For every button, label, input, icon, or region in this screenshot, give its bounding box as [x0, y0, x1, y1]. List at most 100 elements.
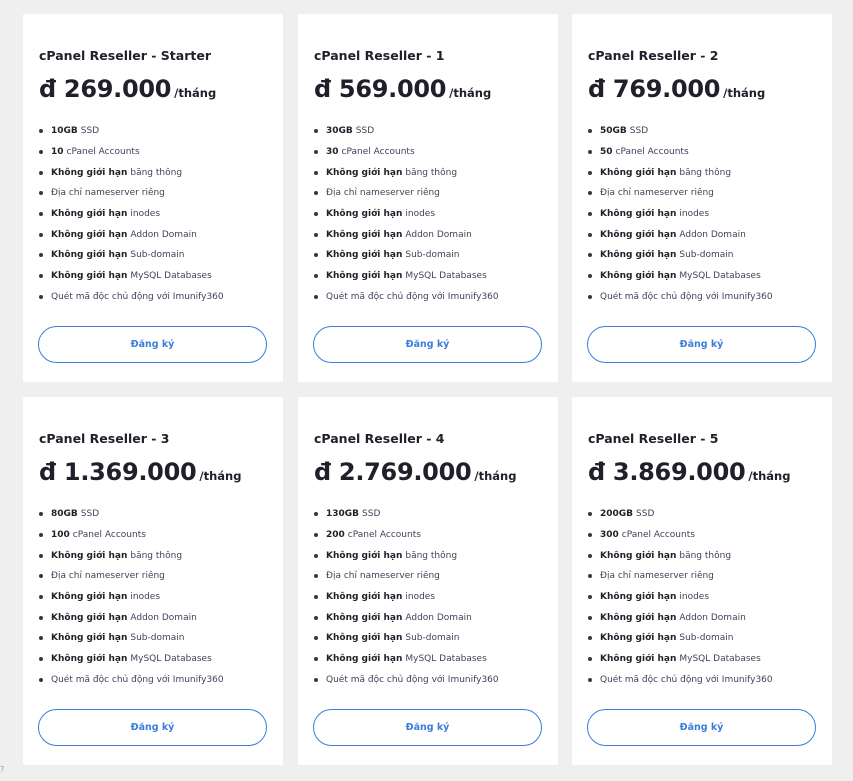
feature-item: Địa chỉ nameserver riêng [314, 566, 499, 587]
feature-text: Addon Domain [679, 229, 746, 240]
register-button[interactable]: Đăng ký [587, 326, 816, 363]
price-period: /tháng [723, 86, 766, 100]
feature-highlight: 50 [600, 147, 613, 158]
feature-text: Địa chỉ nameserver riêng [600, 571, 714, 582]
feature-text: cPanel Accounts [347, 530, 421, 541]
feature-text: Sub-domain [405, 250, 460, 261]
register-button[interactable]: Đăng ký [313, 709, 542, 746]
bullet-icon [314, 129, 318, 134]
feature-item: Không giới hạn inodes [314, 587, 499, 608]
feature-text: Quét mã độc chủ động với Imunify360 [326, 674, 499, 685]
feature-list: 30GB SSD 30 cPanel Accounts Không giới hạn bă… [314, 121, 499, 307]
bullet-icon [39, 677, 43, 682]
bullet-icon [314, 294, 318, 299]
bullet-icon [314, 150, 318, 155]
feature-highlight: 100 [51, 530, 70, 541]
feature-text: Addon Domain [130, 612, 197, 623]
feature-highlight: 130GB [326, 509, 360, 520]
feature-text: cPanel Accounts [66, 147, 140, 158]
feature-text: Địa chỉ nameserver riêng [326, 188, 440, 199]
bullet-icon [39, 553, 43, 558]
bullet-icon [588, 150, 592, 155]
feature-item: Không giới hạn băng thông [314, 162, 499, 183]
feature-highlight: Không giới hạn [600, 654, 677, 665]
feature-text: SSD [355, 126, 375, 137]
bullet-icon [314, 232, 318, 237]
plan-price: đ 3.869.000 [588, 458, 746, 486]
bullet-icon [39, 170, 43, 175]
feature-text: Sub-domain [679, 250, 734, 261]
feature-text: inodes [679, 592, 710, 603]
feature-text: Addon Domain [679, 612, 746, 623]
bullet-icon [588, 595, 592, 600]
register-button[interactable]: Đăng ký [38, 709, 267, 746]
bullet-icon [39, 636, 43, 641]
feature-text: Addon Domain [405, 612, 472, 623]
feature-highlight: 10GB [51, 126, 78, 137]
bullet-icon [39, 253, 43, 258]
register-button[interactable]: Đăng ký [38, 326, 267, 363]
price-row: đ 569.000/tháng [314, 75, 491, 103]
feature-item: Quét mã độc chủ động với Imunify360 [314, 670, 499, 691]
feature-item: Địa chỉ nameserver riêng [588, 566, 773, 587]
feature-text: Địa chỉ nameserver riêng [326, 571, 440, 582]
feature-item: 300 cPanel Accounts [588, 525, 773, 546]
feature-item: Không giới hạn băng thông [588, 162, 773, 183]
feature-text: inodes [130, 209, 161, 220]
feature-item: Không giới hạn MySQL Databases [314, 649, 499, 670]
feature-item: Quét mã độc chủ động với Imunify360 [39, 287, 224, 308]
feature-item: Không giới hạn băng thông [39, 162, 224, 183]
feature-item: Không giới hạn Sub-domain [39, 245, 224, 266]
feature-text: Addon Domain [130, 229, 197, 240]
feature-highlight: Không giới hạn [51, 229, 128, 240]
bullet-icon [39, 150, 43, 155]
feature-list: 80GB SSD 100 cPanel Accounts Không giới hạn b… [39, 504, 224, 690]
feature-item: Không giới hạn inodes [588, 587, 773, 608]
feature-text: Địa chỉ nameserver riêng [51, 571, 165, 582]
feature-item: Địa chỉ nameserver riêng [39, 183, 224, 204]
feature-item: Không giới hạn Sub-domain [314, 628, 499, 649]
feature-text: băng thông [679, 550, 732, 561]
feature-highlight: 200GB [600, 509, 634, 520]
bullet-icon [588, 615, 592, 620]
bullet-icon [588, 657, 592, 662]
bullet-icon [314, 677, 318, 682]
bullet-icon [314, 615, 318, 620]
feature-highlight: Không giới hạn [51, 250, 128, 261]
feature-text: MySQL Databases [405, 271, 487, 282]
feature-item: Địa chỉ nameserver riêng [314, 183, 499, 204]
feature-highlight: Không giới hạn [326, 633, 403, 644]
feature-text: Quét mã độc chủ động với Imunify360 [51, 291, 224, 302]
feature-item: Không giới hạn inodes [314, 204, 499, 225]
bullet-icon [588, 191, 592, 196]
feature-text: MySQL Databases [130, 654, 212, 665]
feature-item: Không giới hạn Addon Domain [39, 607, 224, 628]
price-row: đ 1.369.000/tháng [39, 458, 241, 486]
register-button[interactable]: Đăng ký [313, 326, 542, 363]
price-period: /tháng [474, 469, 517, 483]
bullet-icon [588, 170, 592, 175]
bullet-icon [314, 253, 318, 258]
feature-text: Sub-domain [130, 250, 185, 261]
feature-item: Không giới hạn Sub-domain [314, 245, 499, 266]
feature-highlight: 30GB [326, 126, 353, 137]
bullet-icon [39, 129, 43, 134]
plan-name: cPanel Reseller - Starter [39, 48, 212, 63]
feature-item: 130GB SSD [314, 504, 499, 525]
feature-text: Quét mã độc chủ động với Imunify360 [600, 291, 773, 302]
feature-text: cPanel Accounts [341, 147, 415, 158]
feature-text: Sub-domain [405, 633, 460, 644]
feature-highlight: Không giới hạn [326, 209, 403, 220]
feature-item: 10GB SSD [39, 121, 224, 142]
feature-highlight: Không giới hạn [600, 209, 677, 220]
register-button[interactable]: Đăng ký [587, 709, 816, 746]
bullet-icon [39, 574, 43, 579]
feature-highlight: 30 [326, 147, 339, 158]
feature-highlight: Không giới hạn [51, 209, 128, 220]
feature-text: SSD [80, 126, 100, 137]
feature-text: Địa chỉ nameserver riêng [600, 188, 714, 199]
feature-item: Không giới hạn inodes [39, 587, 224, 608]
feature-highlight: Không giới hạn [600, 271, 677, 282]
feature-highlight: Không giới hạn [600, 167, 677, 178]
plan-card: cPanel Reseller - 3 đ 1.369.000/tháng 80GB… [23, 397, 283, 765]
